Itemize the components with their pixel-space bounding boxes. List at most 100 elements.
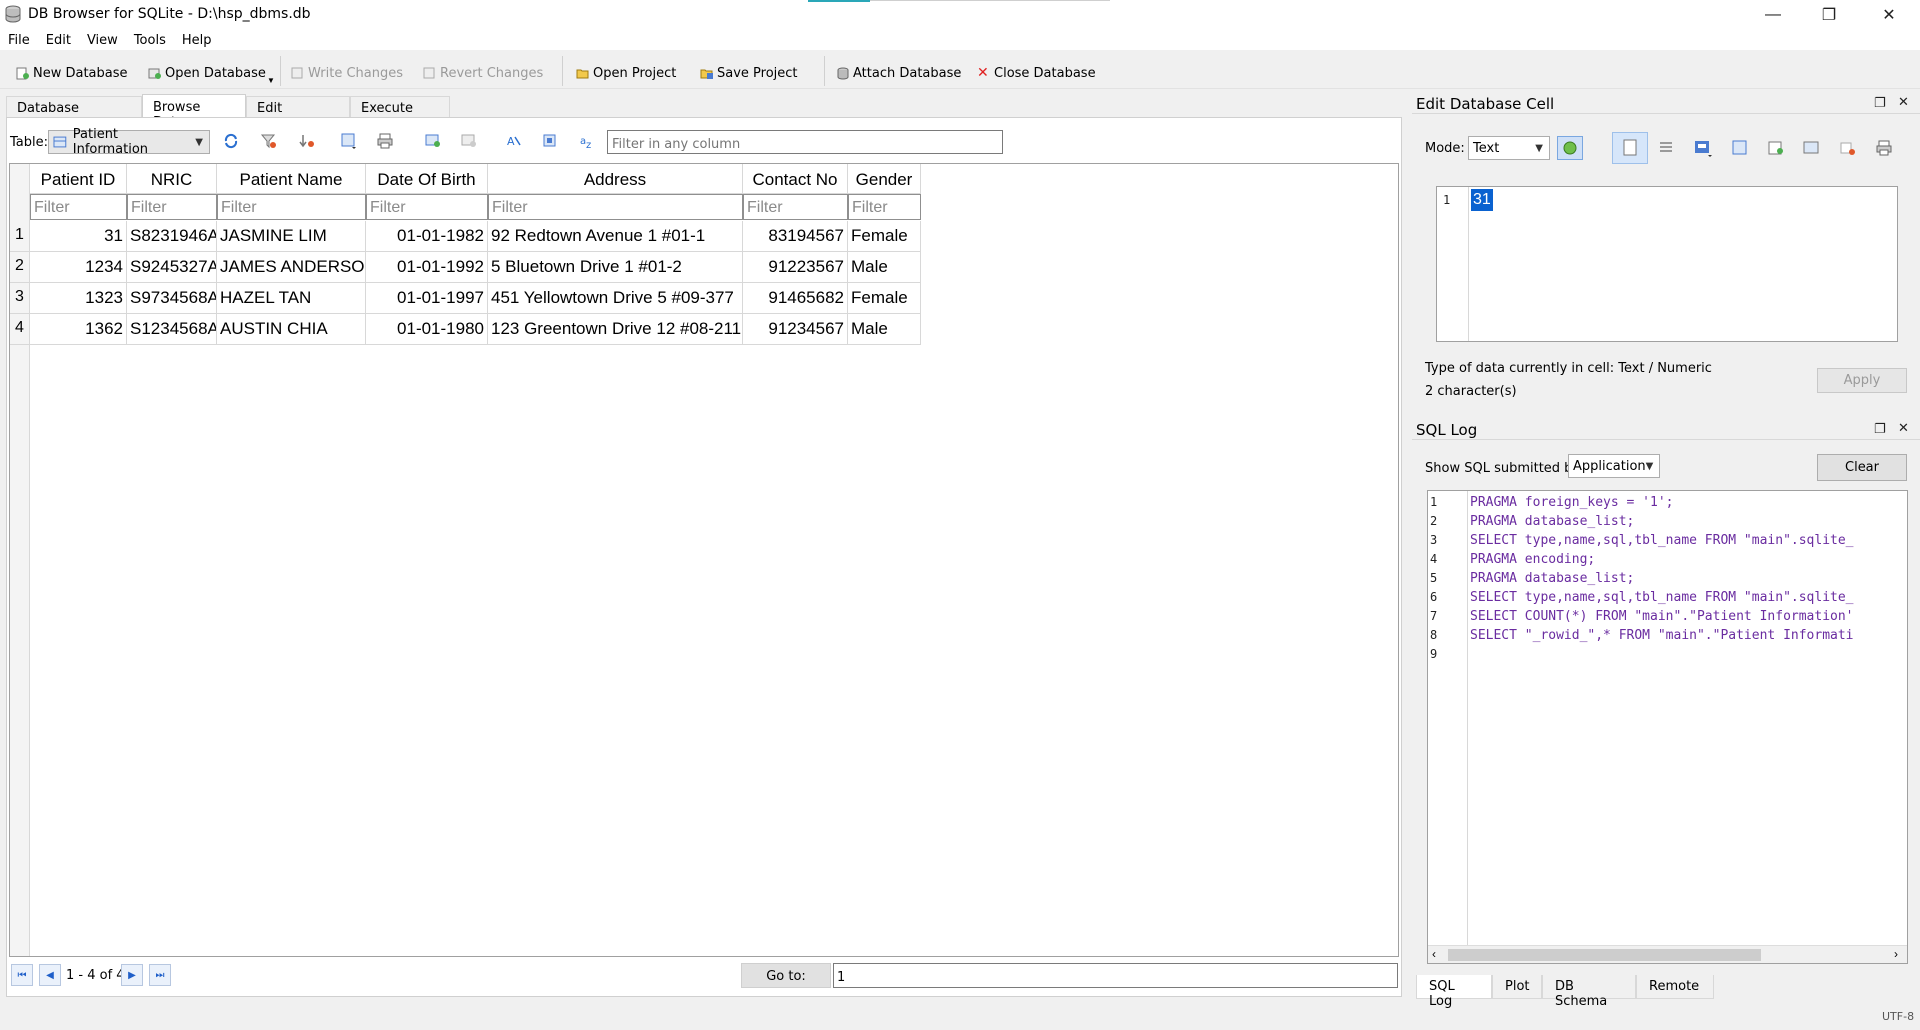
tab-browse-data[interactable]: Browse Data: [142, 94, 246, 118]
row-number[interactable]: 1: [10, 221, 30, 252]
tab-sql-log[interactable]: SQL Log: [1416, 975, 1492, 999]
next-record-button[interactable]: ▶: [121, 964, 143, 986]
table-cell[interactable]: S1234568A: [127, 314, 217, 345]
close-database-button[interactable]: ✕ Close Database: [977, 62, 1096, 84]
set-as-null-icon[interactable]: [1766, 138, 1786, 158]
table-cell[interactable]: 5 Bluetown Drive 1 #01-2: [488, 252, 743, 283]
table-cell[interactable]: 1323: [30, 283, 127, 314]
table-cell[interactable]: Female: [848, 283, 921, 314]
column-header-nric[interactable]: NRIC: [127, 164, 217, 194]
export-to-file-icon[interactable]: [1730, 138, 1750, 158]
table-cell[interactable]: 451 Yellowtown Drive 5 #09-377: [488, 283, 743, 314]
table-cell[interactable]: AUSTIN CHIA: [217, 314, 366, 345]
table-cell[interactable]: 01-01-1992: [366, 252, 488, 283]
print-icon[interactable]: [376, 132, 394, 150]
delete-record-icon[interactable]: [460, 132, 478, 150]
column-header-gender[interactable]: Gender: [848, 164, 921, 194]
table-cell[interactable]: 91465682: [743, 283, 848, 314]
minimize-button[interactable]: —: [1750, 0, 1796, 30]
horizontal-scrollbar[interactable]: ‹ ›: [1428, 945, 1907, 963]
float-dock-icon[interactable]: ❐: [1874, 95, 1886, 111]
tab-db-schema[interactable]: DB Schema: [1542, 975, 1636, 999]
clear-sorting-icon[interactable]: [298, 132, 316, 150]
open-database-dropdown-icon[interactable]: ▼: [267, 76, 275, 85]
clear-filters-icon[interactable]: [260, 132, 278, 150]
filter-cell-patient-id[interactable]: Filter: [30, 194, 127, 220]
column-header-contact-no[interactable]: Contact No: [743, 164, 848, 194]
table-cell[interactable]: 91234567: [743, 314, 848, 345]
filter-cell-nric[interactable]: Filter: [127, 194, 217, 220]
new-database-button[interactable]: New Database: [16, 62, 128, 84]
table-cell[interactable]: 01-01-1980: [366, 314, 488, 345]
table-cell[interactable]: 1234: [30, 252, 127, 283]
format-text-icon[interactable]: az: [578, 132, 596, 150]
open-in-editor-icon[interactable]: [1802, 138, 1822, 158]
scroll-left-icon[interactable]: ‹: [1432, 947, 1436, 961]
print-cell-icon[interactable]: [1874, 138, 1894, 158]
table-cell[interactable]: 92 Redtown Avenue 1 #01-1: [488, 221, 743, 252]
find-text-icon[interactable]: A: [505, 132, 523, 150]
first-record-button[interactable]: ⏮: [11, 964, 33, 986]
close-dock-icon[interactable]: ✕: [1898, 420, 1909, 436]
close-window-button[interactable]: ✕: [1866, 0, 1912, 30]
text-mode-button[interactable]: [1612, 132, 1648, 164]
table-select[interactable]: Patient Information ▼: [48, 130, 210, 154]
cell-editor[interactable]: 1 31: [1436, 186, 1898, 342]
menu-file[interactable]: File: [0, 30, 38, 50]
table-cell[interactable]: Male: [848, 252, 921, 283]
auto-switch-mode-button[interactable]: [1557, 136, 1583, 160]
table-cell[interactable]: 01-01-1997: [366, 283, 488, 314]
row-number[interactable]: 2: [10, 252, 30, 283]
filter-cell-patient-name[interactable]: Filter: [217, 194, 366, 220]
sql-log-editor[interactable]: 1 2 3 4 5 6 7 8 9 PRAGMA foreign_keys = …: [1427, 490, 1908, 964]
column-header-patient-name[interactable]: Patient Name: [217, 164, 366, 194]
find-replace-icon[interactable]: [541, 132, 559, 150]
cell-editor-value[interactable]: 31: [1471, 189, 1493, 211]
column-header-address[interactable]: Address: [488, 164, 743, 194]
tab-remote[interactable]: Remote: [1636, 975, 1714, 999]
table-cell[interactable]: JAMES ANDERSON: [217, 252, 366, 283]
menu-help[interactable]: Help: [174, 30, 220, 50]
table-cell[interactable]: S9734568A: [127, 283, 217, 314]
filter-cell-address[interactable]: Filter: [488, 194, 743, 220]
previous-record-button[interactable]: ◀: [39, 964, 61, 986]
filter-cell-contact-no[interactable]: Filter: [743, 194, 848, 220]
menu-tools[interactable]: Tools: [126, 30, 174, 50]
table-cell[interactable]: 01-01-1982: [366, 221, 488, 252]
table-cell[interactable]: 83194567: [743, 221, 848, 252]
table-cell[interactable]: 31: [30, 221, 127, 252]
save-table-icon[interactable]: [340, 132, 358, 150]
float-dock-icon[interactable]: ❐: [1874, 421, 1886, 437]
word-wrap-icon[interactable]: [1656, 138, 1676, 158]
insert-record-icon[interactable]: [424, 132, 442, 150]
tab-execute-sql[interactable]: Execute SQL: [350, 96, 450, 118]
open-database-button[interactable]: Open Database: [148, 62, 266, 84]
column-header-date-of-birth[interactable]: Date Of Birth: [366, 164, 488, 194]
filter-cell-gender[interactable]: Filter: [848, 194, 921, 220]
revert-changes-button[interactable]: Revert Changes: [423, 62, 543, 84]
column-header-patient-id[interactable]: Patient ID: [30, 164, 127, 194]
row-number[interactable]: 3: [10, 283, 30, 314]
row-number[interactable]: 4: [10, 314, 30, 345]
close-dock-icon[interactable]: ✕: [1898, 94, 1909, 110]
table-cell[interactable]: 1362: [30, 314, 127, 345]
tab-database-structure[interactable]: Database Structure: [6, 96, 142, 118]
tab-edit-pragmas[interactable]: Edit Pragmas: [246, 96, 350, 118]
scrollbar-thumb[interactable]: [1448, 949, 1761, 961]
clear-cell-icon[interactable]: [1838, 138, 1858, 158]
import-from-file-icon[interactable]: [1692, 138, 1714, 160]
table-cell[interactable]: 91223567: [743, 252, 848, 283]
table-cell[interactable]: JASMINE LIM: [217, 221, 366, 252]
table-cell[interactable]: Male: [848, 314, 921, 345]
scroll-right-icon[interactable]: ›: [1894, 947, 1898, 961]
menu-edit[interactable]: Edit: [38, 30, 79, 50]
table-cell[interactable]: HAZEL TAN: [217, 283, 366, 314]
clear-log-button[interactable]: Clear: [1817, 454, 1907, 481]
goto-input[interactable]: [833, 963, 1398, 988]
maximize-button[interactable]: ❐: [1806, 0, 1852, 30]
refresh-icon[interactable]: [222, 132, 240, 150]
write-changes-button[interactable]: Write Changes: [291, 62, 403, 84]
sql-submitter-select[interactable]: Application ▼: [1568, 454, 1660, 478]
mode-select[interactable]: Text ▼: [1468, 136, 1550, 160]
table-cell[interactable]: Female: [848, 221, 921, 252]
